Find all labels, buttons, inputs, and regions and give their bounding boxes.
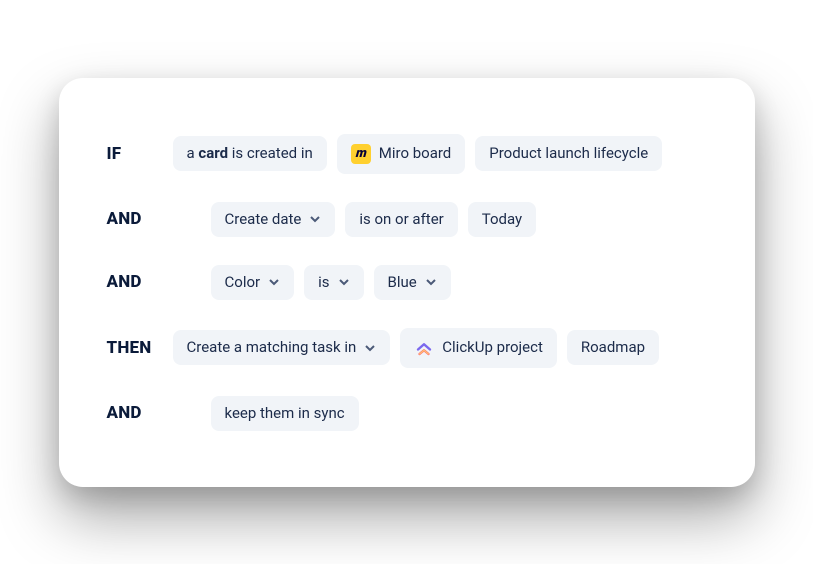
field-label: Create date (225, 212, 302, 227)
target-location-chip[interactable]: Roadmap (567, 330, 659, 365)
chevron-down-icon (364, 342, 376, 354)
target-location-label: Roadmap (581, 340, 645, 355)
target-app-label: ClickUp project (442, 340, 543, 355)
action-chip-sync[interactable]: keep them in sync (211, 396, 359, 431)
value-chip-blue[interactable]: Blue (374, 265, 451, 300)
keyword-if: IF (107, 144, 163, 164)
source-app-chip[interactable]: m Miro board (337, 134, 466, 174)
value-chip-today[interactable]: Today (468, 202, 536, 237)
chevron-down-icon (338, 276, 350, 288)
target-app-chip[interactable]: ClickUp project (400, 328, 557, 368)
source-location-label: Product launch lifecycle (489, 146, 648, 161)
keyword-and-2: AND (107, 272, 163, 292)
rule-row-and-1: AND Create date is on or after Today (107, 202, 707, 237)
field-chip-color[interactable]: Color (211, 265, 295, 300)
rule-row-then: THEN Create a matching task in ClickUp p… (107, 328, 707, 368)
source-location-chip[interactable]: Product launch lifecycle (475, 136, 662, 171)
rule-builder-card: IF a card is created in m Miro board Pro… (59, 78, 755, 487)
operator-chip-on-or-after[interactable]: is on or after (345, 202, 457, 237)
chevron-down-icon (268, 276, 280, 288)
operator-label: is (318, 275, 329, 290)
rule-row-if: IF a card is created in m Miro board Pro… (107, 134, 707, 174)
value-label: Blue (388, 275, 417, 290)
field-label: Color (225, 275, 261, 290)
keyword-then: THEN (107, 338, 163, 358)
action-label: keep them in sync (225, 406, 345, 421)
action-label: Create a matching task in (187, 340, 357, 355)
action-chip-create-task[interactable]: Create a matching task in (173, 330, 391, 365)
keyword-and-1: AND (107, 209, 163, 229)
trigger-chip[interactable]: a card is created in (173, 136, 327, 171)
source-app-label: Miro board (379, 146, 452, 161)
trigger-prefix: a (187, 144, 199, 162)
chevron-down-icon (309, 213, 321, 225)
rule-row-and-2: AND Color is Blue (107, 265, 707, 300)
operator-chip-is[interactable]: is (304, 265, 363, 300)
chevron-down-icon (425, 276, 437, 288)
trigger-entity: card (198, 144, 228, 162)
field-chip-create-date[interactable]: Create date (211, 202, 336, 237)
keyword-and-3: AND (107, 403, 163, 423)
rule-row-and-3: AND keep them in sync (107, 396, 707, 431)
trigger-suffix: is created in (228, 144, 313, 162)
value-label: Today (482, 212, 522, 227)
miro-icon: m (351, 144, 371, 164)
operator-label: is on or after (359, 212, 443, 227)
clickup-icon (414, 338, 434, 358)
